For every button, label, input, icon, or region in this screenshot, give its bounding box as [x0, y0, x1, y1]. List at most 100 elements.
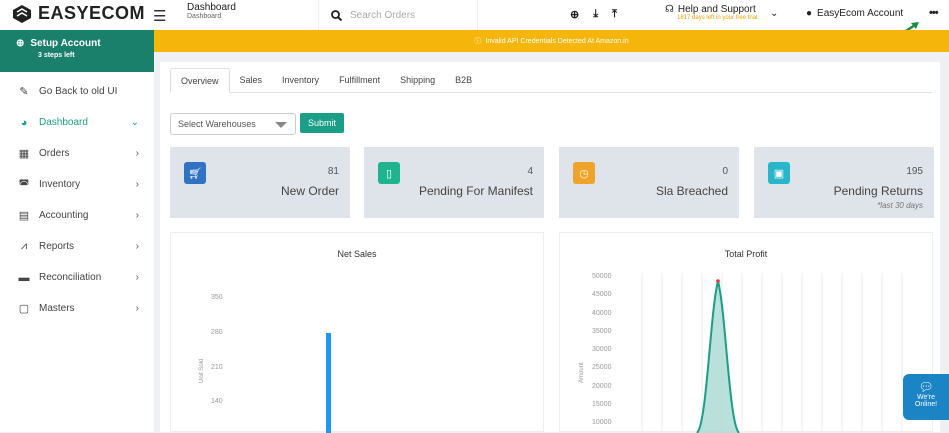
edit-icon: ✎ — [19, 86, 29, 98]
more-options-icon[interactable]: ••• — [929, 7, 939, 19]
info-icon: ⓘ — [474, 38, 482, 45]
y-tick: 350 — [211, 294, 223, 301]
sidebar-item-dashboard[interactable]: ◕ Dashboard ⌄ — [0, 107, 154, 138]
sales-bar[interactable] — [326, 333, 331, 433]
alert-text: Invalid API Credentials Detected At Amaz… — [485, 37, 629, 45]
cart-icon: 🛒︎ — [184, 162, 206, 184]
warehouse-select-value: Select Warehouses — [178, 119, 256, 129]
add-icon[interactable]: ⊕ — [570, 8, 579, 21]
sidebar-item-masters[interactable]: ▢ Masters › — [0, 293, 154, 324]
sidebar-item-orders[interactable]: ▦ Orders › — [0, 138, 154, 169]
tab-sales[interactable]: Sales — [230, 68, 273, 93]
stat-label: Pending For Manifest — [418, 184, 533, 198]
y-tick: 25000 — [592, 364, 612, 371]
clock-icon: ◷ — [573, 162, 595, 184]
stat-value: 4 — [527, 166, 533, 177]
account-label: EasyEcom Account — [817, 8, 904, 19]
warehouse-select[interactable]: Select Warehouses — [170, 113, 296, 135]
stat-value: 81 — [327, 166, 339, 177]
square-icon: ▢ — [18, 303, 30, 315]
grid-icon: ▦ — [18, 148, 30, 160]
headset-icon: ☊ — [665, 4, 674, 15]
stat-label: Pending Returns — [833, 184, 923, 198]
stat-card-pending-returns[interactable]: ▣ 195 Pending Returns *last 30 days — [754, 147, 934, 218]
stat-label: New Order — [280, 184, 339, 198]
breadcrumb: Dashboard Dashboard — [187, 2, 236, 20]
chart-icon: ⩘ — [20, 240, 28, 252]
download-icon[interactable]: ⤓ — [593, 8, 598, 21]
sidebar-item-label: Reconciliation — [39, 272, 102, 283]
document-icon: ▤ — [18, 210, 30, 222]
box-icon: ▣ — [768, 162, 790, 184]
chat-line2: Online! — [914, 401, 938, 408]
y-tick: 30000 — [592, 346, 612, 353]
dashboard-tabs: Overview Sales Inventory Fulfillment Shi… — [170, 68, 932, 93]
sidebar-item-label: Masters — [39, 303, 75, 314]
y-tick: 20000 — [592, 383, 612, 390]
net-sales-panel: Net Sales Unit Sold 350 280 210 140 — [170, 232, 544, 433]
y-tick: 210 — [211, 364, 223, 371]
bag-icon: ◚ — [18, 179, 30, 191]
stat-value: 0 — [722, 166, 728, 177]
search-placeholder: Search Orders — [350, 9, 416, 21]
sidebar-item-label: Inventory — [39, 179, 81, 190]
setup-account-button[interactable]: ⊕ Setup Account 3 steps left — [0, 30, 154, 72]
y-tick: 15000 — [592, 401, 612, 408]
y-tick: 10000 — [592, 419, 612, 426]
profit-area-chart[interactable] — [622, 273, 922, 433]
chevron-right-icon: › — [135, 210, 139, 221]
tab-b2b[interactable]: B2B — [445, 68, 482, 93]
wallet-icon: ▬ — [18, 271, 30, 284]
sidebar-item-inventory[interactable]: ◚ Inventory › — [0, 169, 154, 200]
y-tick: 45000 — [592, 291, 612, 298]
search-input[interactable]: Search Orders — [318, 0, 478, 30]
upload-icon[interactable]: ⤒ — [612, 8, 617, 21]
chevron-right-icon: › — [135, 272, 139, 283]
brand-logo[interactable]: EASYECOM — [12, 3, 145, 24]
sidebar: ⊕ Setup Account 3 steps left ✎ Go Back to… — [0, 30, 154, 432]
sidebar-item-old-ui[interactable]: ✎ Go Back to old UI — [0, 76, 154, 107]
tab-fulfillment[interactable]: Fulfillment — [329, 68, 390, 93]
chat-line1: We're — [917, 394, 935, 401]
plus-circle-icon: ⊕ — [16, 38, 25, 49]
tab-inventory[interactable]: Inventory — [272, 68, 329, 93]
y-axis-label: Unit Sold — [199, 358, 205, 383]
account-button[interactable]: ● EasyEcom Account — [806, 8, 903, 19]
stat-card-pending-manifest[interactable]: ▯ 4 Pending For Manifest — [364, 147, 544, 218]
chevron-right-icon: › — [135, 241, 139, 252]
trial-notice: 1817 days left in your free trial — [677, 15, 758, 21]
logo-icon — [13, 4, 31, 23]
profit-peak-point[interactable] — [716, 279, 720, 283]
sidebar-item-reconciliation[interactable]: ▬ Reconciliation › — [0, 262, 154, 293]
sidebar-item-label: Reports — [39, 241, 75, 252]
sidebar-item-reports[interactable]: ⩘ Reports › — [0, 231, 154, 262]
setup-steps: 3 steps left — [38, 52, 75, 59]
y-tick: 40000 — [592, 310, 612, 317]
dashboard-icon: ◕ — [20, 116, 28, 129]
chat-icon: 💬︎ — [918, 380, 934, 394]
sidebar-item-label: Orders — [39, 148, 70, 159]
chat-widget[interactable]: 💬︎ We're Online! — [903, 374, 949, 420]
sidebar-item-accounting[interactable]: ▤ Accounting › — [0, 200, 154, 231]
help-label: Help and Support — [677, 4, 756, 15]
stat-card-new-order[interactable]: 🛒︎ 81 New Order — [170, 147, 350, 218]
stat-note: *last 30 days — [877, 201, 923, 210]
y-tick: 140 — [211, 398, 223, 405]
y-tick: 35000 — [592, 328, 612, 335]
user-icon: ● — [806, 8, 813, 19]
menu-toggle-icon[interactable]: ☰ — [153, 7, 166, 25]
chevron-right-icon: › — [135, 179, 139, 190]
brand-name: EASYECOM — [38, 3, 146, 23]
stat-label: Sla Breached — [655, 184, 728, 198]
submit-button[interactable]: Submit — [300, 113, 344, 133]
setup-title: Setup Account — [30, 38, 101, 49]
chevron-right-icon: › — [135, 303, 139, 314]
top-bar: EASYECOM ☰ Dashboard Dashboard Search Or… — [0, 0, 949, 30]
tab-overview[interactable]: Overview — [170, 68, 230, 93]
tab-shipping[interactable]: Shipping — [390, 68, 445, 93]
sidebar-item-label: Go Back to old UI — [39, 86, 118, 97]
chevron-down-icon[interactable]: ⌄ — [770, 8, 778, 19]
stat-card-sla-breached[interactable]: ◷ 0 Sla Breached — [559, 147, 739, 218]
help-support-button[interactable]: ☊ Help and Support 1817 days left in your… — [665, 4, 757, 21]
total-profit-panel: Total Profit Amount 50000 45000 40000 35… — [559, 232, 933, 433]
